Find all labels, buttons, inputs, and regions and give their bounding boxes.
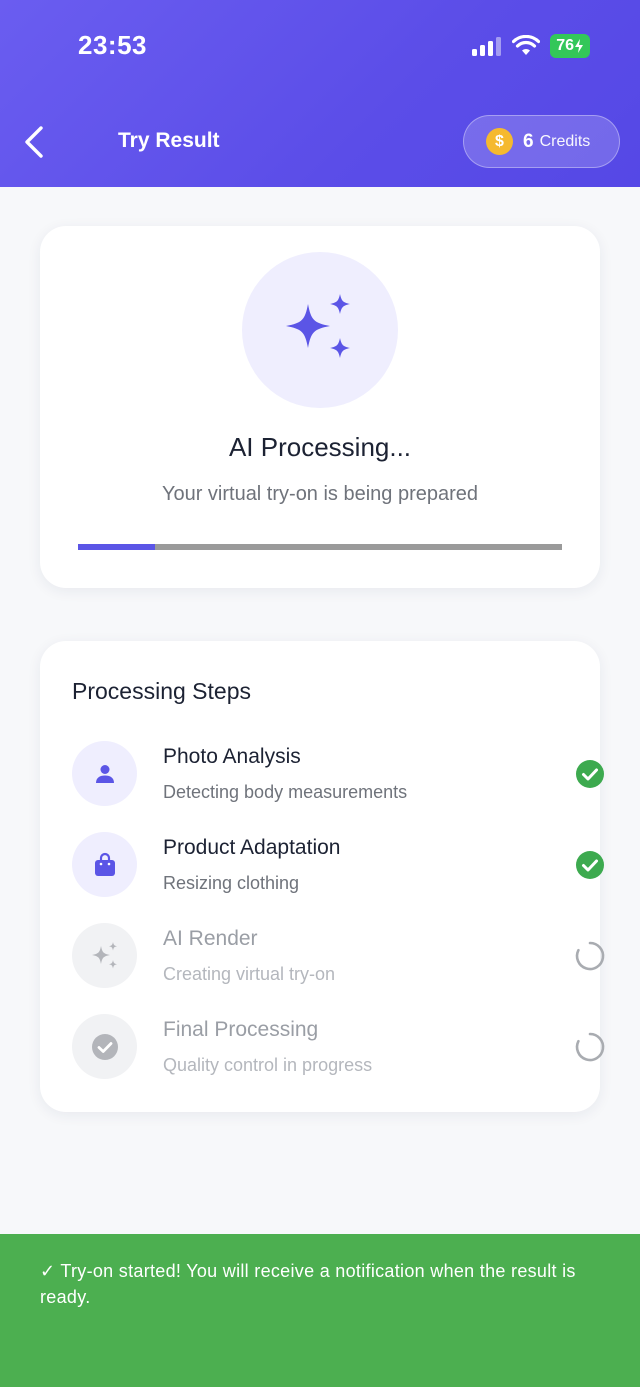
- person-icon: [95, 764, 114, 783]
- step-ai-render: AI Render Creating virtual try-on: [72, 923, 605, 993]
- status-time: 23:53: [78, 30, 147, 60]
- step-icon-container: [72, 1014, 137, 1079]
- step-icon-container: [72, 741, 137, 806]
- battery-indicator: 76: [550, 34, 590, 58]
- wifi-icon: [512, 35, 541, 55]
- processing-title: AI Processing...: [228, 432, 412, 462]
- progress-bar: [78, 544, 562, 550]
- step-status: [574, 940, 606, 972]
- shopping-bag-icon: [94, 852, 115, 876]
- progress-fill: [78, 544, 156, 550]
- step-final-processing: Final Processing Quality control in prog…: [72, 1014, 605, 1084]
- step-description: Quality control in progress: [163, 1055, 373, 1075]
- signal-icon: [472, 37, 502, 56]
- sparkles-badge: [242, 252, 398, 408]
- step-product-adaptation: Product Adaptation Resizing clothing: [72, 832, 604, 902]
- step-status: [574, 758, 606, 790]
- check-circle-icon: [576, 851, 604, 879]
- step-name: Photo Analysis: [163, 745, 301, 768]
- status-icons: 76: [472, 34, 590, 58]
- step-description: Detecting body measurements: [163, 782, 408, 802]
- credits-count: 6: [523, 130, 534, 152]
- loading-spinner-icon: [575, 1032, 605, 1062]
- step-name: AI Render: [163, 927, 258, 950]
- back-button[interactable]: [22, 122, 56, 162]
- step-icon-container: [72, 923, 137, 988]
- check-circle-icon: [576, 760, 604, 788]
- check-circle-icon: [91, 1033, 118, 1060]
- step-description: Resizing clothing: [163, 873, 300, 893]
- battery-level: 76: [556, 37, 574, 54]
- toast-message: ✓ Try-on started! You will receive a not…: [40, 1261, 576, 1307]
- sparkles-icon: [286, 294, 350, 358]
- coin-icon: $: [486, 128, 513, 155]
- sparkles-icon: [91, 941, 117, 968]
- step-name: Final Processing: [163, 1018, 319, 1041]
- step-status: [574, 1031, 606, 1063]
- charging-bolt-icon: [575, 39, 583, 53]
- processing-card: AI Processing... Your virtual try-on is …: [40, 226, 600, 588]
- credits-badge[interactable]: $ 6 Credits: [463, 115, 620, 168]
- step-icon-container: [72, 832, 137, 897]
- step-description: Creating virtual try-on: [163, 964, 336, 984]
- step-photo-analysis: Photo Analysis Detecting body measuremen…: [72, 741, 604, 811]
- step-status: [574, 849, 606, 881]
- page-title: Try Result: [118, 129, 220, 152]
- app-header: 23:53 76 Try Result $ 6 Credits: [0, 0, 640, 187]
- processing-subtitle: Your virtual try-on is being prepared: [161, 483, 479, 505]
- loading-spinner-icon: [575, 941, 605, 971]
- steps-title: Processing Steps: [72, 678, 251, 704]
- toast-notification[interactable]: ✓ Try-on started! You will receive a not…: [0, 1234, 640, 1387]
- steps-card: Processing Steps Photo Analysis Detectin…: [40, 641, 605, 1112]
- chevron-left-icon: [25, 126, 43, 158]
- credits-label: Credits: [539, 132, 591, 150]
- step-name: Product Adaptation: [163, 836, 341, 859]
